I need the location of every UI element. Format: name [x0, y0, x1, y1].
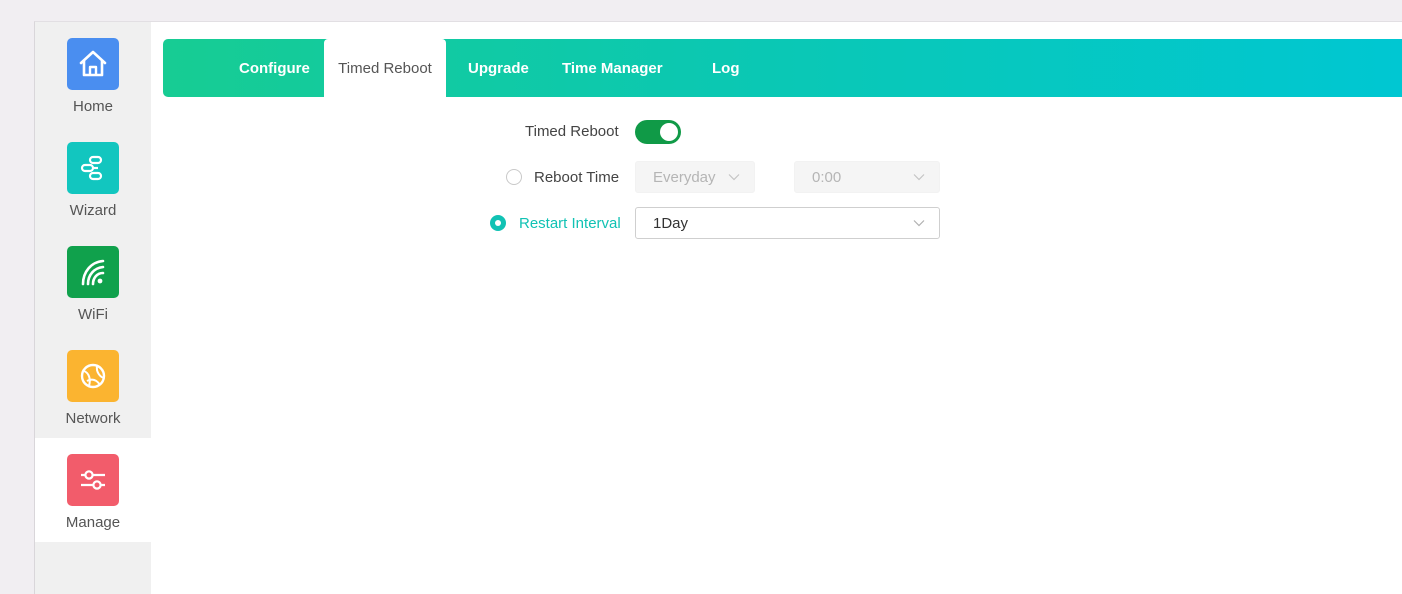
sidebar-item-label: Home — [72, 98, 113, 115]
timed-reboot-label: Timed Reboot — [525, 123, 619, 140]
sidebar-item-home[interactable]: Home — [35, 22, 151, 126]
sidebar: Home Wizard WiFi Network Manage — [35, 22, 151, 594]
tab-time-manager[interactable]: Time Manager — [562, 39, 663, 97]
reboot-time-label: Reboot Time — [534, 169, 620, 186]
tab-bar: Configure Timed Reboot Upgrade Time Mana… — [163, 39, 1402, 97]
tab-configure[interactable]: Configure — [239, 39, 310, 97]
reboot-clock-select[interactable]: 0:00 — [794, 161, 940, 193]
toggle-knob — [660, 123, 678, 141]
tab-timed-reboot[interactable]: Timed Reboot — [324, 39, 446, 97]
reboot-day-select[interactable]: Everyday — [635, 161, 755, 193]
chevron-down-icon — [913, 220, 925, 227]
tab-log[interactable]: Log — [712, 39, 740, 97]
sidebar-item-label: Wizard — [69, 202, 117, 219]
sidebar-item-label: Manage — [65, 514, 121, 531]
restart-interval-value: 1Day — [653, 215, 689, 232]
home-icon — [67, 38, 119, 90]
chevron-down-icon — [913, 174, 925, 181]
timed-reboot-toggle[interactable] — [635, 120, 681, 144]
reboot-day-value: Everyday — [653, 169, 716, 186]
wifi-icon — [67, 246, 119, 298]
sidebar-item-label: WiFi — [78, 306, 108, 323]
reboot-clock-value: 0:00 — [812, 169, 842, 186]
globe-icon — [67, 350, 119, 402]
sidebar-item-network[interactable]: Network — [35, 334, 151, 438]
restart-interval-select[interactable]: 1Day — [635, 207, 940, 239]
sidebar-item-label: Network — [65, 410, 121, 427]
main-panel: Home Wizard WiFi Network Manage Configur… — [34, 21, 1402, 594]
sidebar-item-wifi[interactable]: WiFi — [35, 230, 151, 334]
sliders-icon — [67, 454, 119, 506]
restart-interval-label: Restart Interval — [519, 215, 621, 232]
sidebar-item-wizard[interactable]: Wizard — [35, 126, 151, 230]
reboot-time-radio[interactable] — [506, 169, 522, 185]
wizard-icon — [67, 142, 119, 194]
sidebar-item-manage[interactable]: Manage — [35, 438, 151, 542]
chevron-down-icon — [728, 174, 740, 181]
restart-interval-radio[interactable] — [490, 215, 506, 231]
tab-upgrade[interactable]: Upgrade — [468, 39, 529, 97]
